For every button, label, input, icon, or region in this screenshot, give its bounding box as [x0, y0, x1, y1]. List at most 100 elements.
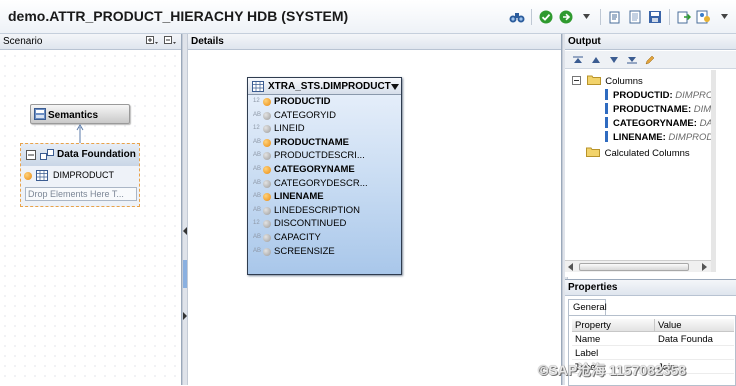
column-divider [654, 319, 655, 332]
save-icon[interactable] [647, 9, 663, 25]
attribute-column-icon [605, 103, 608, 114]
properties-table-header: Property Value [572, 319, 734, 332]
scroll-left-icon[interactable] [568, 263, 574, 271]
output-column-item[interactable]: LINENAME: DIMPROD [605, 131, 713, 143]
columns-tree-node[interactable]: Columns [572, 74, 643, 87]
table-column-row[interactable]: 12 PRODUCTID [248, 95, 401, 109]
data-foundation-node[interactable]: Data Foundation DIMPRODUCT Drop Elements… [20, 143, 140, 207]
output-title: Output [568, 36, 601, 47]
column-icon [263, 220, 271, 229]
calculated-columns-tree-node[interactable]: Calculated Columns [586, 146, 690, 159]
output-column-source: DIMPRO [675, 90, 714, 101]
data-type-icon: AB [253, 233, 262, 240]
watermark-text: ©SAP沧海 1157082358 [538, 362, 687, 378]
output-vertical-scrollbar[interactable] [711, 70, 716, 272]
column-icon [263, 179, 271, 188]
table-column-name: CATEGORYDESCR... [274, 177, 368, 189]
attribute-column-icon [605, 89, 608, 100]
editor-title-bar: demo.ATTR_PRODUCT_HIERACHY HDB (SYSTEM) [0, 0, 736, 34]
table-column-row[interactable]: AB CATEGORYNAME [248, 163, 401, 177]
output-scrollbar-thumb[interactable] [579, 263, 689, 271]
output-horizontal-scrollbar[interactable] [565, 260, 711, 272]
table-menu-dropdown-icon[interactable] [391, 83, 399, 94]
output-column-item[interactable]: PRODUCTID: DIMPRO [605, 89, 713, 101]
output-column-item[interactable]: PRODUCTNAME: DIM [605, 103, 711, 115]
table-column-row[interactable]: AB CAPACITY [248, 231, 401, 245]
document-icon[interactable] [627, 9, 643, 25]
table-column-name: CATEGORYNAME [274, 163, 355, 175]
property-column-header[interactable]: Property [575, 320, 611, 331]
output-header: Output [565, 34, 736, 50]
deploy-icon[interactable] [607, 9, 623, 25]
table-column-row[interactable]: AB PRODUCTNAME [248, 136, 401, 150]
move-top-icon[interactable] [573, 56, 583, 64]
scroll-right-icon[interactable] [702, 263, 708, 271]
data-foundation-table-row[interactable]: DIMPRODUCT [23, 169, 137, 183]
key-attribute-icon [263, 98, 271, 106]
data-foundation-header: Data Foundation [21, 144, 139, 166]
move-down-icon[interactable] [609, 56, 619, 64]
drop-elements-area[interactable]: Drop Elements Here T... [25, 187, 137, 201]
output-column-source: DIMPROD [668, 132, 714, 143]
data-type-icon: 12 [253, 98, 260, 104]
table-column-name: LINEDESCRIPTION [274, 204, 361, 216]
property-row[interactable]: Label [572, 347, 734, 360]
table-column-name: PRODUCTNAME [274, 136, 349, 148]
table-column-row[interactable]: AB CATEGORYID [248, 109, 401, 123]
properties-title: Properties [568, 282, 618, 293]
table-column-list: 12 PRODUCTID AB CATEGORYID 12 LINEID AB PRODUCT… [248, 95, 401, 258]
output-tree: Columns PRODUCTID: DIMPRO PRODUCTNAME: DI… [565, 70, 713, 260]
edit-pencil-icon[interactable] [645, 55, 655, 65]
details-title: Details [191, 36, 224, 47]
dropdown-arrow-icon[interactable] [716, 9, 732, 25]
collapse-all-icon[interactable] [164, 36, 176, 50]
value-column-header[interactable]: Value [658, 320, 682, 331]
table-column-row[interactable]: AB LINEDESCRIPTION [248, 204, 401, 218]
semantics-icon [34, 108, 46, 120]
table-node-dimproduct[interactable]: XTRA_STS.DIMPRODUCT 12 PRODUCTID AB CATEGOR… [247, 77, 402, 275]
folder-icon [586, 75, 601, 85]
table-column-row[interactable]: 12 LINEID [248, 122, 401, 136]
column-icon [263, 111, 271, 120]
scenario-canvas[interactable]: Semantics Data Foundation DIMPRODUCT Dro… [0, 51, 181, 385]
details-header: Details [188, 34, 561, 50]
collapse-tree-icon[interactable] [572, 76, 581, 85]
property-row[interactable]: Name Data Founda [572, 333, 734, 346]
tab-general[interactable]: General [568, 299, 607, 315]
data-type-icon: AB [253, 111, 262, 118]
expand-all-icon[interactable] [146, 36, 158, 50]
activate-check-icon[interactable] [538, 9, 554, 25]
key-attribute-icon [263, 138, 271, 147]
table-column-row[interactable]: AB PRODUCTDESCRI... [248, 149, 401, 163]
preview-icon[interactable] [696, 9, 712, 25]
export-icon[interactable] [676, 9, 692, 25]
toolbar-divider [600, 9, 601, 25]
table-column-row[interactable]: AB CATEGORYDESCR... [248, 177, 401, 191]
column-icon [263, 233, 271, 242]
table-column-name: DISCONTINUED [274, 218, 347, 230]
table-column-name: PRODUCTID [274, 96, 331, 107]
table-column-row[interactable]: AB SCREENSIZE [248, 245, 401, 259]
properties-header: Properties [565, 280, 736, 296]
move-bottom-icon[interactable] [627, 56, 637, 64]
move-up-icon[interactable] [591, 56, 601, 64]
table-column-row[interactable]: 12 DISCONTINUED [248, 217, 401, 231]
output-toolbar [565, 51, 736, 69]
dropdown-arrow-icon[interactable] [578, 9, 594, 25]
semantics-node[interactable]: Semantics [30, 104, 130, 124]
folder-icon [586, 147, 600, 157]
scenario-title: Scenario [3, 36, 43, 47]
toolbar-divider [531, 9, 532, 25]
run-arrow-icon[interactable] [558, 9, 574, 25]
collapse-node-icon[interactable] [26, 150, 36, 163]
data-type-icon: 12 [253, 220, 260, 227]
editor-toolbar [509, 9, 732, 25]
attribute-column-icon [605, 131, 608, 142]
output-column-item[interactable]: CATEGORYNAME: DA [605, 117, 713, 129]
splitter-grip[interactable] [183, 260, 187, 288]
binoculars-icon[interactable] [509, 9, 525, 25]
scenario-header: Scenario [0, 34, 181, 50]
property-value[interactable]: Data Founda [658, 334, 713, 345]
table-column-row[interactable]: AB LINENAME [248, 190, 401, 204]
table-icon [36, 170, 48, 183]
